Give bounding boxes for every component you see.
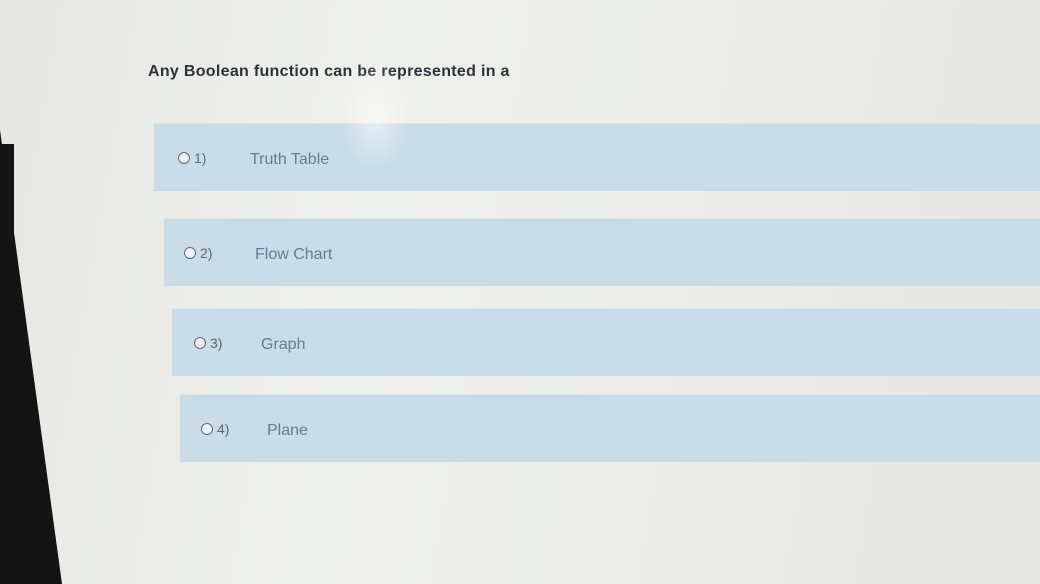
option-2[interactable]: 2) Flow Chart: [164, 218, 1040, 286]
quiz-screen: Any Boolean function can be represented …: [0, 0, 1040, 584]
option-number: 1): [194, 150, 207, 166]
option-number: 2): [200, 245, 213, 261]
option-4[interactable]: 4) Plane: [180, 394, 1040, 462]
radio-button-icon[interactable]: [178, 152, 190, 164]
option-number: 4): [217, 421, 230, 437]
question-text: Any Boolean function can be represented …: [148, 63, 510, 80]
option-label: Truth Table: [250, 151, 330, 168]
option-1[interactable]: 1) Truth Table: [154, 123, 1040, 191]
option-3[interactable]: 3) Graph: [172, 308, 1040, 376]
option-label: Plane: [267, 422, 308, 439]
option-label: Flow Chart: [255, 246, 333, 263]
monitor-bezel-edge: [0, 144, 14, 584]
option-label: Graph: [261, 336, 306, 353]
radio-button-icon[interactable]: [201, 423, 213, 435]
radio-button-icon[interactable]: [194, 337, 206, 349]
radio-button-icon[interactable]: [184, 247, 196, 259]
option-number: 3): [210, 335, 223, 351]
